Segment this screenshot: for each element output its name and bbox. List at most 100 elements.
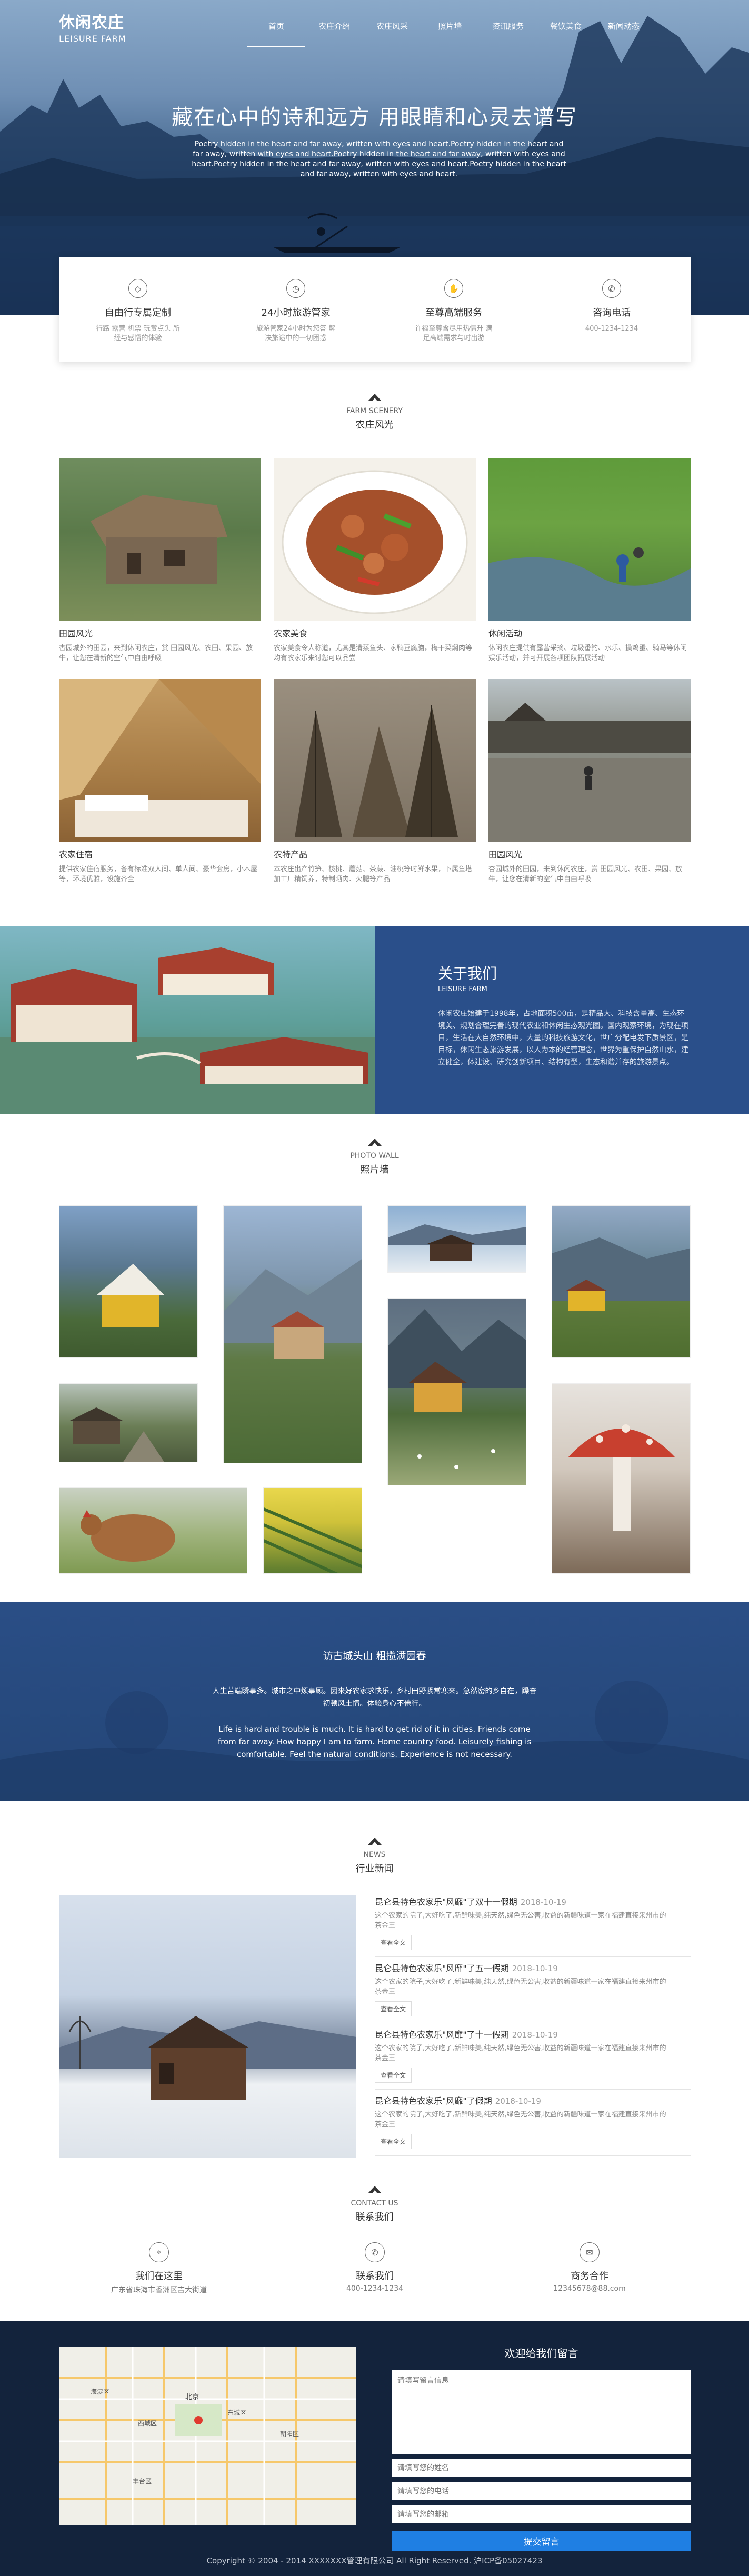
nav-item-home[interactable]: 首页 — [247, 0, 305, 47]
name-input[interactable] — [392, 2459, 691, 2477]
about-section: 关于我们 LEISURE FARM 休闲农庄始建于1998年，占地面积500亩，… — [0, 926, 749, 1114]
news-date: 2018-10-19 — [520, 1898, 566, 1907]
about-subtitle: LEISURE FARM — [438, 985, 487, 993]
diamond-icon: ◇ — [128, 279, 147, 298]
read-more-button[interactable]: 查看全文 — [375, 2068, 412, 2083]
section-title-en: CONTACT US — [351, 2199, 398, 2208]
contact-title: 商务合作 — [571, 2271, 608, 2282]
card-desc: 本农庄出产竹笋、核桃、蘑菇、茶蕨、油桃等时鲜水果，下属鱼塔加工厂精饲养，特制晒肉… — [274, 865, 473, 883]
nav-item-photo-wall[interactable]: 照片墙 — [421, 0, 479, 47]
contact-title: 联系我们 — [356, 2271, 394, 2282]
section-title: NEWS 行业新闻 — [0, 1836, 749, 1875]
card-desc: 杏园城外的田园，来到休闲农庄，赏 田园风光、农田、果园、放牛，让您在清新的空气中… — [488, 865, 683, 883]
news-title[interactable]: 昆仑县特色农家乐"风靡"了十一假期 2018-10-19 — [375, 2028, 691, 2040]
email-input[interactable] — [392, 2505, 691, 2523]
news-date: 2018-10-19 — [495, 2096, 541, 2106]
photo-village-lane[interactable] — [59, 1383, 198, 1462]
photo-mushroom[interactable] — [552, 1383, 691, 1574]
about-panel: 关于我们 LEISURE FARM 休闲农庄始建于1998年，占地面积500亩，… — [375, 926, 749, 1114]
feature-title: 咨询电话 — [593, 307, 631, 318]
section-title: PHOTO WALL 照片墙 — [0, 1137, 749, 1176]
news-item: 昆仑县特色农家乐"风靡"了假期 2018-10-19 这个农家的院子,大好吃了,新… — [375, 2094, 691, 2156]
location-icon: ⌖ — [149, 2242, 169, 2262]
card-desc: 提供农家住宿服务，备有标准双人间、单人间、豪华套房，小木屋等，环境优雅，设施齐全 — [59, 865, 258, 883]
nav-item-farm-scenery[interactable]: 农庄风采 — [363, 0, 421, 47]
news-summary: 这个农家的院子,大好吃了,新鲜味美,纯天然,绿色无公害,收益的新疆味道一家在福建… — [375, 2044, 666, 2062]
news-summary: 这个农家的院子,大好吃了,新鲜味美,纯天然,绿色无公害,收益的新疆味道一家在福建… — [375, 1912, 666, 1930]
submit-message-button[interactable]: 提交留言 — [392, 2531, 691, 2551]
feature-desc: 400-1234-1234 — [585, 325, 638, 333]
farm-lodging-photo — [59, 679, 261, 842]
contact-desc[interactable]: 400-1234-1234 — [306, 2284, 443, 2293]
section-title: CONTACT US 联系我们 — [0, 2184, 749, 2223]
feature-custom-trip[interactable]: ◇ 自由行专属定制 行路 露营 机票 玩赏点头 所经与感悟的体验 — [59, 257, 217, 362]
about-text: 休闲农庄始建于1998年，占地面积500亩，是精品大、科技含量高、生态环境美、规… — [438, 1010, 688, 1066]
main-nav: 首页 农庄介绍 农庄风采 照片墙 资讯服务 餐饮美食 新闻动态 — [247, 0, 653, 47]
scenery-card[interactable]: 农家美食 农家美食令人称道，尤其是清蒸鱼头、家鸭豆腐脑，梅干菜焖肉等均有农家乐来… — [274, 458, 476, 663]
scenery-card[interactable]: 农特产品 本农庄出产竹笋、核桃、蘑菇、茶蕨、油桃等时鲜水果，下属鱼塔加工厂精饲养… — [274, 679, 476, 884]
section-title-en: NEWS — [363, 1851, 386, 1859]
nav-item-food[interactable]: 餐饮美食 — [537, 0, 595, 47]
card-title: 农家住宿 — [59, 850, 93, 860]
scenery-card[interactable]: 田园风光 杏园城外的田园，来到休闲农庄，赏 田园风光、农田、果园、放牛，让您在清… — [59, 458, 261, 663]
card-desc: 休闲农庄提供有露营采摘、垃圾番钓、水乐、摸鸡蛋、骑马等休闲娱乐活动，并可开展各项… — [488, 644, 687, 662]
quote-title: 访古城头山 粗揽满园春 — [323, 1650, 426, 1662]
form-title: 欢迎给我们留言 — [504, 2347, 578, 2360]
map-label: 朝阳区 — [280, 2430, 299, 2438]
farmhouse-icon — [367, 2186, 382, 2193]
phone-input[interactable] — [392, 2482, 691, 2500]
news-date: 2018-10-19 — [512, 1964, 558, 1973]
feature-travel-butler[interactable]: ◷ 24小时旅游管家 旅游管家24小时为您答 解决旅途中的一切困惑 — [217, 257, 375, 362]
news-feature-photo[interactable] — [59, 1895, 356, 2158]
card-desc: 杏园城外的田园，来到休闲农庄，赏 田园风光、农田、果园、放牛，让您在清新的空气中… — [59, 644, 253, 662]
scenery-card[interactable]: 休闲活动 休闲农庄提供有露营采摘、垃圾番钓、水乐、摸鸡蛋、骑马等休闲娱乐活动，并… — [488, 458, 691, 663]
news-title[interactable]: 昆仑县特色农家乐"风靡"了五一假期 2018-10-19 — [375, 1961, 691, 1974]
card-title: 农家美食 — [274, 628, 308, 638]
photo-stone-house[interactable] — [223, 1205, 362, 1463]
photo-mountain-cabin[interactable] — [552, 1205, 691, 1358]
photo-yellow-house[interactable] — [59, 1205, 198, 1358]
hero-subtitle: Poetry hidden in the heart and far away,… — [192, 140, 566, 178]
contact-desc[interactable]: 12345678@88.com — [521, 2284, 658, 2293]
section-title-cn: 行业新闻 — [355, 1863, 394, 1874]
section-title-cn: 农庄风光 — [355, 420, 394, 431]
nav-item-news[interactable]: 新闻动态 — [595, 0, 653, 47]
quote-text-cn: 人生苦端瞬事多。城市之中烦事顾。因来好农家求快乐，乡村田野紧常寒来。急然密的乡自… — [212, 1687, 537, 1708]
news-item: 昆仑县特色农家乐"风靡"了双十一假期 2018-10-19 这个农家的院子,大好吃… — [375, 1895, 691, 1957]
feature-premium-service[interactable]: ✋ 至尊高端服务 许福至尊含尽用热情升 满足高端需求与时出游 — [375, 257, 533, 362]
feature-hotline[interactable]: ✆ 咨询电话 400-1234-1234 — [533, 257, 691, 362]
photo-flower-rows[interactable] — [263, 1487, 362, 1574]
nav-item-services[interactable]: 资讯服务 — [479, 0, 537, 47]
photo-chalet-meadow[interactable] — [387, 1298, 526, 1485]
photo-snow-cabin[interactable] — [387, 1205, 526, 1273]
logo-subtitle: LEISURE FARM — [59, 34, 126, 44]
news-title[interactable]: 昆仑县特色农家乐"风靡"了双十一假期 2018-10-19 — [375, 1895, 691, 1908]
read-more-button[interactable]: 查看全文 — [375, 2134, 412, 2149]
contact-business: ✉ 商务合作 12345678@88.com — [521, 2242, 658, 2293]
section-title-cn: 联系我们 — [355, 2212, 394, 2223]
section-title-en: FARM SCENERY — [346, 407, 403, 415]
about-title: 关于我们 — [438, 965, 497, 982]
feature-title: 24小时旅游管家 — [261, 307, 331, 318]
news-title[interactable]: 昆仑县特色农家乐"风靡"了假期 2018-10-19 — [375, 2094, 691, 2106]
contact-title: 我们在这里 — [135, 2271, 183, 2282]
photo-wall-section: PHOTO WALL 照片墙 — [0, 1137, 749, 1584]
photo-hen[interactable] — [59, 1487, 247, 1574]
news-item: 昆仑县特色农家乐"风靡"了五一假期 2018-10-19 这个农家的院子,大好吃了… — [375, 1961, 691, 2023]
location-map[interactable]: 北京 东城区 西城区 朝阳区 海淀区 丰台区 — [59, 2347, 356, 2525]
farmhouse-icon — [367, 394, 382, 401]
feature-desc: 许福至尊含尽用热情升 满足高端需求与时出游 — [415, 325, 493, 342]
farm-scenery-section: FARM SCENERY 农庄风光 田园风光 杏园城外的田园，来到休闲农庄，赏 … — [0, 392, 749, 883]
site-logo[interactable]: 休闲农庄 LEISURE FARM — [59, 9, 126, 44]
phone-icon: ✆ — [365, 2242, 385, 2262]
message-textarea[interactable] — [392, 2370, 691, 2454]
nav-item-about-farm[interactable]: 农庄介绍 — [305, 0, 363, 47]
farmhouse-icon — [367, 1838, 382, 1845]
feature-strip: ◇ 自由行专属定制 行路 露营 机票 玩赏点头 所经与感悟的体验 ◷ 24小时旅… — [59, 257, 691, 362]
read-more-button[interactable]: 查看全文 — [375, 2001, 412, 2016]
scenery-card[interactable]: 田园风光 杏园城外的田园，来到休闲农庄，赏 田园风光、农田、果园、放牛，让您在清… — [488, 679, 691, 884]
scenery-card[interactable]: 农家住宿 提供农家住宿服务，备有标准双人间、单人间、豪华套房，小木屋等，环境优雅… — [59, 679, 261, 884]
news-date: 2018-10-19 — [512, 2030, 558, 2040]
mail-icon: ✉ — [580, 2242, 600, 2262]
read-more-button[interactable]: 查看全文 — [375, 1935, 412, 1950]
